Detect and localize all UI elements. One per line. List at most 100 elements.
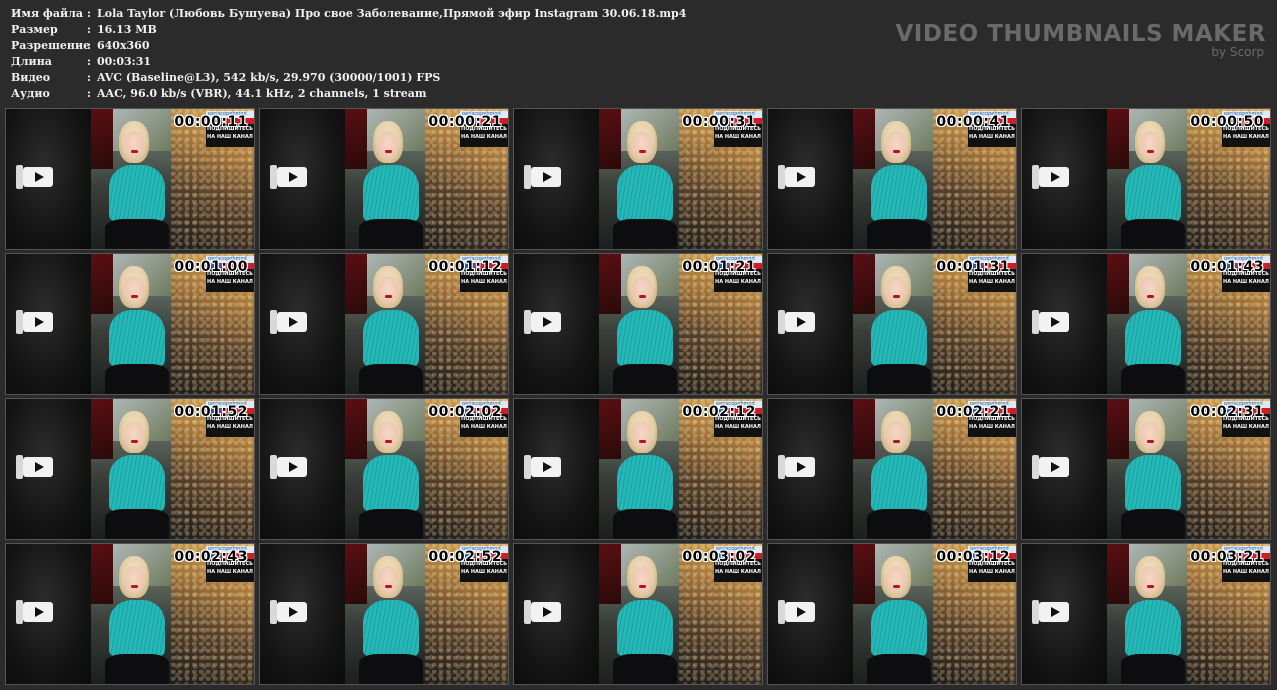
thumbnail[interactable]: periscopebmod ПОДПИШИТЕСЬ НА НАШ КАНАЛ 00:0… bbox=[260, 399, 508, 539]
blurred-left-panel bbox=[6, 399, 91, 539]
thumbnail[interactable]: periscopebmod ПОДПИШИТЕСЬ НА НАШ КАНАЛ 00:0… bbox=[1022, 544, 1270, 684]
banner-subscribe-line2: НА НАШ КАНАЛ bbox=[461, 569, 507, 575]
face bbox=[378, 566, 398, 593]
car-frame bbox=[599, 399, 621, 459]
lips bbox=[1147, 295, 1154, 298]
timestamp: 00:02:21 bbox=[936, 404, 1010, 420]
dark-pants bbox=[359, 654, 423, 684]
car-frame bbox=[1107, 254, 1129, 314]
play-logo-icon bbox=[785, 312, 815, 332]
turquoise-shirt bbox=[363, 455, 419, 511]
logo-mark bbox=[270, 165, 277, 189]
thumbnail[interactable]: periscopebmod ПОДПИШИТЕСЬ НА НАШ КАНАЛ 00:0… bbox=[260, 254, 508, 394]
banner-subscribe-line2: НА НАШ КАНАЛ bbox=[207, 569, 253, 575]
blurred-left-panel bbox=[514, 544, 599, 684]
car-frame bbox=[1107, 399, 1129, 459]
turquoise-shirt bbox=[1125, 455, 1181, 511]
dark-pants bbox=[1121, 654, 1185, 684]
car-frame bbox=[853, 399, 875, 459]
turquoise-shirt bbox=[363, 310, 419, 366]
banner-subscribe-line2: НА НАШ КАНАЛ bbox=[1223, 569, 1269, 575]
thumbnail[interactable]: periscopebmod ПОДПИШИТЕСЬ НА НАШ КАНАЛ 00:0… bbox=[260, 109, 508, 249]
dark-pants bbox=[613, 219, 677, 249]
car-frame bbox=[1107, 544, 1129, 604]
video-frame bbox=[1107, 254, 1187, 394]
turquoise-shirt bbox=[617, 310, 673, 366]
play-logo-icon bbox=[23, 312, 53, 332]
lips bbox=[131, 150, 138, 153]
dark-pants bbox=[867, 219, 931, 249]
logo-mark bbox=[524, 310, 531, 334]
turquoise-shirt bbox=[617, 600, 673, 656]
lips bbox=[1147, 440, 1154, 443]
info-row-video: Видео : AVC (Baseline@L3), 542 kb/s, 29.… bbox=[11, 70, 686, 86]
logo-mark bbox=[778, 600, 785, 624]
blurred-left-panel bbox=[1022, 399, 1107, 539]
face bbox=[124, 131, 144, 158]
video-frame bbox=[853, 254, 933, 394]
turquoise-shirt bbox=[1125, 310, 1181, 366]
timestamp: 00:01:12 bbox=[428, 259, 502, 275]
logo-mark bbox=[16, 600, 23, 624]
turquoise-shirt bbox=[871, 165, 927, 221]
logo-mark bbox=[778, 455, 785, 479]
logo-mark bbox=[270, 600, 277, 624]
logo-mark bbox=[1032, 165, 1039, 189]
thumbnail[interactable]: periscopebmod ПОДПИШИТЕСЬ НА НАШ КАНАЛ 00:0… bbox=[768, 399, 1016, 539]
video-frame bbox=[1107, 399, 1187, 539]
play-logo-icon bbox=[277, 167, 307, 187]
blurred-left-panel bbox=[514, 254, 599, 394]
car-frame bbox=[91, 544, 113, 604]
thumbnail[interactable]: periscopebmod ПОДПИШИТЕСЬ НА НАШ КАНАЛ 00:0… bbox=[768, 109, 1016, 249]
blurred-left-panel bbox=[514, 399, 599, 539]
thumbnail[interactable]: periscopebmod ПОДПИШИТЕСЬ НА НАШ КАНАЛ 00:0… bbox=[768, 544, 1016, 684]
banner-subscribe-line2: НА НАШ КАНАЛ bbox=[715, 134, 761, 140]
thumbnail[interactable]: periscopebmod ПОДПИШИТЕСЬ НА НАШ КАНАЛ 00:0… bbox=[6, 399, 254, 539]
brand-watermark: VIDEO THUMBNAILS MAKER by Scorp bbox=[895, 22, 1266, 59]
thumbnail[interactable]: periscopebmod ПОДПИШИТЕСЬ НА НАШ КАНАЛ 00:0… bbox=[1022, 399, 1270, 539]
thumbnail[interactable]: periscopebmod ПОДПИШИТЕСЬ НА НАШ КАНАЛ 00:0… bbox=[1022, 254, 1270, 394]
video-frame bbox=[91, 109, 171, 249]
timestamp: 00:01:21 bbox=[682, 259, 756, 275]
car-frame bbox=[599, 544, 621, 604]
video-frame bbox=[599, 544, 679, 684]
info-separator: : bbox=[87, 7, 92, 20]
lips bbox=[893, 585, 900, 588]
info-separator: : bbox=[87, 55, 92, 68]
face bbox=[378, 421, 398, 448]
dark-pants bbox=[867, 509, 931, 539]
dark-pants bbox=[867, 364, 931, 394]
thumbnail[interactable]: periscopebmod ПОДПИШИТЕСЬ НА НАШ КАНАЛ 00:0… bbox=[6, 254, 254, 394]
thumbnail[interactable]: periscopebmod ПОДПИШИТЕСЬ НА НАШ КАНАЛ 00:0… bbox=[6, 544, 254, 684]
thumbnail[interactable]: periscopebmod ПОДПИШИТЕСЬ НА НАШ КАНАЛ 00:0… bbox=[260, 544, 508, 684]
play-logo-icon bbox=[531, 312, 561, 332]
thumbnail[interactable]: periscopebmod ПОДПИШИТЕСЬ НА НАШ КАНАЛ 00:0… bbox=[514, 254, 762, 394]
logo-mark bbox=[270, 310, 277, 334]
info-label: Размер bbox=[11, 23, 58, 36]
play-logo-icon bbox=[531, 602, 561, 622]
video-frame bbox=[345, 254, 425, 394]
thumbnail[interactable]: periscopebmod ПОДПИШИТЕСЬ НА НАШ КАНАЛ 00:0… bbox=[514, 544, 762, 684]
info-value: 00:03:31 bbox=[97, 55, 152, 68]
play-logo-icon bbox=[1039, 602, 1069, 622]
car-frame bbox=[345, 254, 367, 314]
thumbnail[interactable]: periscopebmod ПОДПИШИТЕСЬ НА НАШ КАНАЛ 00:0… bbox=[514, 399, 762, 539]
thumbnail[interactable]: periscopebmod ПОДПИШИТЕСЬ НА НАШ КАНАЛ 00:0… bbox=[6, 109, 254, 249]
face bbox=[886, 566, 906, 593]
lips bbox=[893, 295, 900, 298]
car-frame bbox=[91, 109, 113, 169]
face bbox=[886, 276, 906, 303]
face bbox=[378, 131, 398, 158]
thumbnail[interactable]: periscopebmod ПОДПИШИТЕСЬ НА НАШ КАНАЛ 00:0… bbox=[768, 254, 1016, 394]
info-separator: : bbox=[87, 23, 92, 36]
dark-pants bbox=[359, 364, 423, 394]
thumbnail[interactable]: periscopebmod ПОДПИШИТЕСЬ НА НАШ КАНАЛ 00:0… bbox=[514, 109, 762, 249]
banner-subscribe-line2: НА НАШ КАНАЛ bbox=[461, 279, 507, 285]
play-logo-icon bbox=[785, 602, 815, 622]
face bbox=[1140, 566, 1160, 593]
thumbnail[interactable]: periscopebmod ПОДПИШИТЕСЬ НА НАШ КАНАЛ 00:0… bbox=[1022, 109, 1270, 249]
face bbox=[1140, 421, 1160, 448]
video-frame bbox=[599, 109, 679, 249]
car-frame bbox=[1107, 109, 1129, 169]
lips bbox=[639, 150, 646, 153]
